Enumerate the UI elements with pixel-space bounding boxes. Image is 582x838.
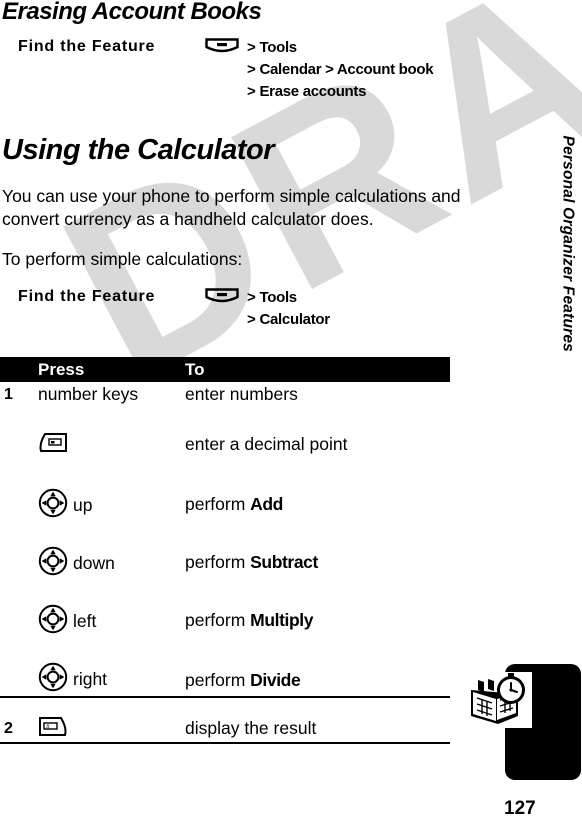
press-label: right bbox=[73, 669, 108, 689]
personal-organizer-icon bbox=[466, 672, 532, 728]
table-header-row: Press To bbox=[0, 357, 450, 382]
to-cell: enter numbers bbox=[185, 384, 450, 405]
to-cell: perform Multiply bbox=[185, 610, 450, 631]
to-text: perform bbox=[185, 494, 251, 514]
press-to-table: Press To 1 number keys enter numbers ent… bbox=[0, 357, 450, 754]
step-target: Erase accounts bbox=[259, 83, 367, 100]
menu-key-icon bbox=[205, 38, 247, 58]
page-number: 127 bbox=[504, 798, 536, 819]
find-the-feature-step: > Tools bbox=[205, 288, 330, 310]
press-cell: # bbox=[38, 716, 183, 742]
table-row: 2 # display the result bbox=[0, 708, 450, 754]
find-the-feature-step-text: > Tools bbox=[247, 38, 297, 58]
menu-key-icon bbox=[205, 288, 247, 308]
menu-icon-spacer bbox=[205, 310, 247, 330]
to-text: perform bbox=[185, 552, 251, 572]
to-emphasis: Divide bbox=[250, 670, 301, 690]
press-label: down bbox=[73, 553, 115, 573]
menu-icon-spacer bbox=[205, 60, 247, 80]
nav-key-icon bbox=[38, 488, 68, 523]
find-the-feature-path: > Tools > Calendar > Account book > Erase a… bbox=[205, 38, 434, 104]
step-chevron: > bbox=[247, 311, 256, 328]
to-cell: perform Subtract bbox=[185, 552, 450, 573]
press-cell: left bbox=[38, 604, 183, 639]
press-cell: down bbox=[38, 546, 183, 581]
find-the-feature-step-text: > Erase accounts bbox=[247, 82, 366, 102]
step-chevron: > bbox=[247, 39, 256, 56]
table-row: left perform Multiply bbox=[0, 592, 450, 650]
find-the-feature-step: > Calculator bbox=[205, 310, 330, 332]
page-title-erasing-account-books: Erasing Account Books bbox=[2, 0, 262, 25]
press-label: left bbox=[73, 611, 97, 631]
to-cell: display the result bbox=[185, 718, 450, 739]
press-cell: up bbox=[38, 488, 183, 523]
menu-icon-spacer bbox=[205, 82, 247, 102]
step-target: Calculator bbox=[259, 311, 330, 328]
find-the-feature-label: Find the Feature bbox=[18, 288, 156, 305]
find-the-feature-step: > Erase accounts bbox=[205, 82, 433, 104]
table-row: enter a decimal point bbox=[0, 418, 450, 476]
chapter-title-vertical: Personal Organizer Features bbox=[559, 135, 576, 352]
nav-key-icon bbox=[38, 662, 68, 697]
step-number: 2 bbox=[4, 720, 13, 737]
press-label: number keys bbox=[38, 384, 139, 404]
table-divider bbox=[0, 696, 450, 698]
page-title-using-the-calculator: Using the Calculator bbox=[2, 134, 275, 166]
press-cell: number keys bbox=[38, 384, 183, 405]
step-target: Calendar > Account book bbox=[259, 61, 434, 78]
find-the-feature-step-text: > Tools bbox=[247, 288, 297, 308]
column-header-press: Press bbox=[38, 360, 85, 379]
nav-key-icon bbox=[38, 546, 68, 581]
step-target: Tools bbox=[259, 289, 297, 306]
table-row: up perform Add bbox=[0, 476, 450, 534]
press-cell bbox=[38, 432, 183, 458]
to-text: enter a decimal point bbox=[185, 434, 348, 454]
right-soft-key-icon: # bbox=[38, 716, 68, 742]
find-the-feature-step-text: > Calculator bbox=[247, 310, 330, 330]
step-target: Tools bbox=[259, 39, 297, 56]
press-label: up bbox=[73, 495, 93, 515]
to-cell: perform Add bbox=[185, 494, 450, 515]
to-cell: perform Divide bbox=[185, 670, 450, 691]
press-cell: right bbox=[38, 662, 183, 697]
step-chevron: > bbox=[247, 83, 256, 100]
to-text: perform bbox=[185, 610, 251, 630]
find-the-feature-path: > Tools > Calculator bbox=[205, 288, 330, 332]
step-chevron: > bbox=[247, 61, 256, 78]
to-text: display the result bbox=[185, 718, 317, 738]
to-emphasis: Add bbox=[250, 494, 283, 514]
svg-text:#: # bbox=[46, 724, 50, 731]
step-number: 1 bbox=[4, 386, 13, 403]
nav-key-icon bbox=[38, 604, 68, 639]
intro-paragraph: You can use your phone to perform simple… bbox=[2, 186, 461, 229]
table-row: 1 number keys enter numbers bbox=[0, 382, 450, 418]
find-the-feature-step: > Calendar > Account book bbox=[205, 60, 434, 82]
column-header-to: To bbox=[185, 360, 205, 379]
table-row: right perform Divide bbox=[0, 650, 450, 708]
to-cell: enter a decimal point bbox=[185, 434, 450, 455]
to-text: enter numbers bbox=[185, 384, 298, 404]
lead-in-text: To perform simple calculations: bbox=[2, 249, 243, 269]
to-text: perform bbox=[185, 670, 251, 690]
table-row: down perform Subtract bbox=[0, 534, 450, 592]
table-bottom-rule bbox=[0, 742, 450, 744]
page-content: Erasing Account Books Find the Feature >… bbox=[0, 0, 582, 838]
step-chevron: > bbox=[247, 289, 256, 306]
to-emphasis: Subtract bbox=[250, 552, 318, 572]
find-the-feature-step: > Tools bbox=[205, 38, 433, 60]
find-the-feature-label: Find the Feature bbox=[18, 38, 156, 55]
to-emphasis: Multiply bbox=[250, 610, 314, 630]
find-the-feature-step-text: > Calendar > Account book bbox=[247, 60, 434, 80]
left-soft-key-icon bbox=[38, 432, 68, 458]
